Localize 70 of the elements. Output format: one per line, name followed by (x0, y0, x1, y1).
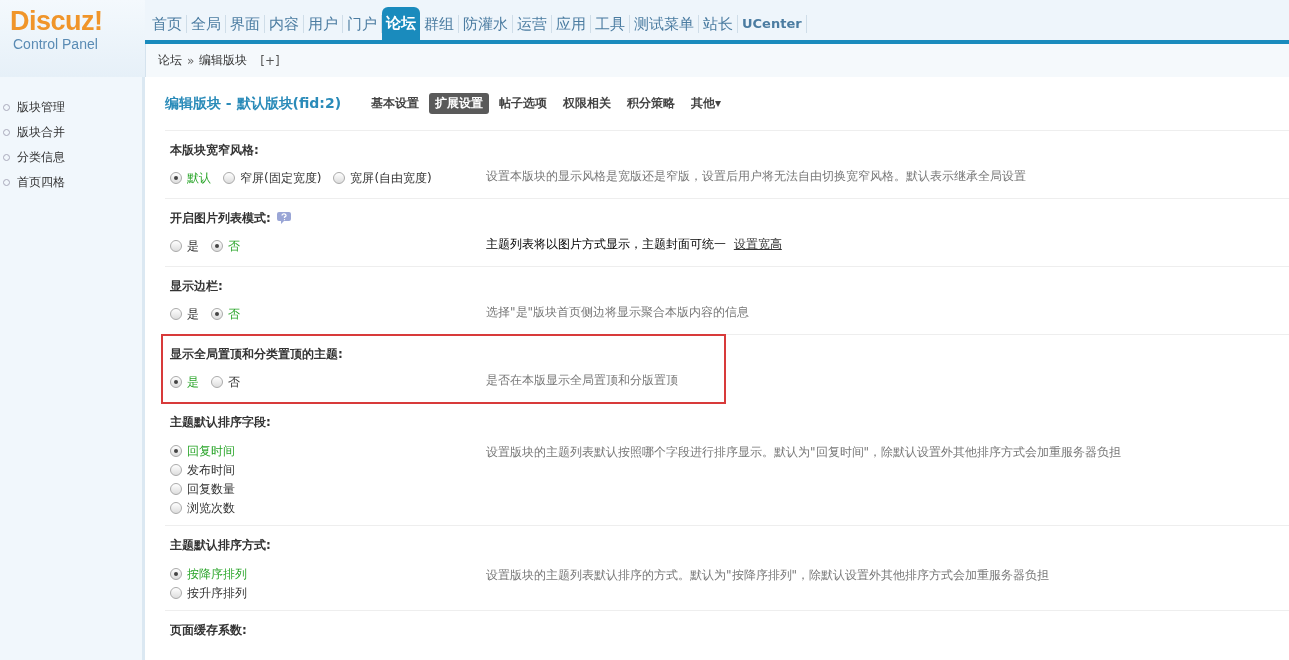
radio-option[interactable]: 浏览次数 (170, 499, 486, 517)
nav-tab[interactable]: 工具 (591, 15, 630, 33)
radio-option[interactable]: 宽屏(自由宽度) (333, 169, 432, 187)
setting-label: 开启图片列表模式: (170, 209, 271, 227)
nav-tab[interactable]: 测试菜单 (630, 15, 699, 33)
setting-label: 显示边栏: (170, 277, 223, 295)
settings-tab[interactable]: 基本设置 (365, 93, 426, 114)
sidebar-item[interactable]: 分类信息 (0, 145, 142, 170)
help-icon[interactable] (276, 212, 291, 224)
radio-button[interactable] (170, 308, 182, 320)
radio-button[interactable] (170, 568, 182, 580)
page-title: 编辑版块 - 默认版块(fid:2) (165, 94, 342, 113)
radio-option[interactable]: 发布时间 (170, 461, 486, 479)
nav-tab[interactable]: 运营 (513, 15, 552, 33)
breadcrumb-link[interactable]: 论坛 (158, 52, 182, 69)
radio-button[interactable] (170, 483, 182, 495)
radio-option[interactable]: 回复数量 (170, 480, 486, 498)
nav-tab[interactable]: UCenter (738, 15, 807, 33)
radio-button[interactable] (211, 240, 223, 252)
radio-button[interactable] (211, 308, 223, 320)
radio-button[interactable] (223, 172, 235, 184)
settings-tab[interactable]: 积分策略 (621, 93, 682, 114)
sidebar-item[interactable]: 首页四格 (0, 170, 142, 195)
radio-button[interactable] (170, 502, 182, 514)
radio-button[interactable] (170, 445, 182, 457)
nav-tab[interactable]: 全局 (187, 15, 226, 33)
setting-description: 设置版块的主题列表默认排序的方式。默认为"按降序排列"，除默认设置外其他排序方式会加重服务器负担 (486, 568, 1050, 582)
sidebar-item[interactable]: 版块合并 (0, 120, 142, 145)
radio-button[interactable] (211, 376, 223, 388)
radio-button[interactable] (170, 376, 182, 388)
nav-tab[interactable]: 论坛 (382, 7, 420, 40)
setting-label: 显示全局置顶和分类置顶的主题: (170, 345, 343, 363)
radio-button[interactable] (333, 172, 346, 184)
settings-tab[interactable]: 其他▾ (685, 93, 728, 114)
radio-option[interactable]: 按升序排列 (170, 584, 486, 602)
sidebar-item[interactable]: 版块管理 (0, 95, 142, 120)
radio-option[interactable]: 是 (170, 237, 199, 255)
nav-tab[interactable]: 首页 (148, 15, 187, 33)
nav-tab[interactable]: 站长 (699, 15, 738, 33)
setting-description: 是否在本版显示全局置顶和分版置顶 (486, 373, 678, 387)
radio-button[interactable] (170, 240, 182, 252)
breadcrumb-separator: » (187, 53, 195, 68)
setting-description: 设置本版块的显示风格是宽版还是窄版，设置后用户将无法自由切换宽窄风格。默认表示继承全局设置 (486, 169, 1026, 183)
settings-tab[interactable]: 权限相关 (557, 93, 618, 114)
radio-button[interactable] (170, 172, 182, 184)
settings-tab[interactable]: 帖子选项 (493, 93, 554, 114)
setting-label: 主题默认排序方式: (170, 536, 271, 554)
nav-tab[interactable]: 防灌水 (459, 15, 513, 33)
add-shortcut-link[interactable]: [+] (260, 53, 280, 68)
logo-subtitle: Control Panel (12, 36, 99, 52)
radio-button[interactable] (170, 587, 182, 599)
setting-label: 本版块宽窄风格: (170, 141, 259, 159)
nav-tab[interactable]: 界面 (226, 15, 265, 33)
logo-text: Discuz! (10, 6, 104, 36)
breadcrumb-link[interactable]: 编辑版块 (199, 52, 248, 69)
settings-link[interactable]: 设置宽高 (733, 237, 782, 251)
setting-label: 主题默认排序字段: (170, 413, 271, 431)
nav-tab[interactable]: 群组 (420, 15, 459, 33)
nav-tab[interactable]: 用户 (304, 15, 343, 33)
radio-button[interactable] (170, 464, 182, 476)
setting-description: 选择"是"版块首页侧边将显示聚合本版内容的信息 (486, 305, 750, 319)
radio-option[interactable]: 窄屏(固定宽度) (223, 169, 322, 187)
radio-option[interactable]: 是 (170, 305, 199, 323)
setting-description: 主题列表将以图片方式显示，主题封面可统一 (486, 237, 726, 251)
nav-tab[interactable]: 内容 (265, 15, 304, 33)
nav-tab[interactable]: 应用 (552, 15, 591, 33)
settings-tab[interactable]: 扩展设置 (429, 93, 490, 114)
radio-option[interactable]: 否 (211, 373, 240, 391)
setting-description: 设置版块的主题列表默认按照哪个字段进行排序显示。默认为"回复时间"，除默认设置外其他排序方式会加重服务器负担 (486, 445, 1122, 459)
setting-label: 页面缓存系数: (170, 621, 247, 639)
